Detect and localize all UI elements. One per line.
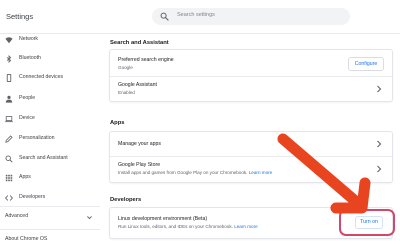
row-title: Preferred search engine xyxy=(118,57,174,63)
row-description: Install apps and games from Google Play … xyxy=(118,170,272,175)
sidebar: Network Bluetooth Connected devices Peop… xyxy=(0,34,100,250)
bluetooth-icon xyxy=(6,55,12,63)
search-icon xyxy=(160,12,169,21)
main-content: Search and Assistant Preferred search en… xyxy=(100,34,400,250)
sidebar-item-device[interactable]: Device xyxy=(0,113,100,125)
chevron-right-icon xyxy=(377,85,382,93)
card-search-assistant: Preferred search engine Google Configure… xyxy=(110,50,392,101)
top-bar: Settings Search settings xyxy=(0,0,400,34)
section-title-apps: Apps xyxy=(110,120,125,126)
row-google-play-store[interactable]: Google Play Store Install apps and games… xyxy=(110,157,392,181)
highlight-ring xyxy=(339,209,395,236)
apps-grid-icon xyxy=(5,174,13,182)
row-title: Google Play Store xyxy=(118,162,161,168)
card-apps: Manage your apps Google Play Store Insta… xyxy=(110,132,392,182)
phone-icon xyxy=(6,74,12,82)
row-value: Google xyxy=(118,65,133,70)
pencil-icon xyxy=(5,135,13,143)
person-icon xyxy=(5,95,13,103)
row-value: Enabled xyxy=(118,90,135,95)
sidebar-item-label: People xyxy=(19,95,36,101)
sidebar-item-label: Search and Assistant xyxy=(19,155,68,161)
row-manage-apps[interactable]: Manage your apps xyxy=(110,132,392,156)
search-icon xyxy=(5,155,13,163)
learn-more-link[interactable]: Learn more xyxy=(234,224,258,229)
sidebar-item-connected-devices[interactable]: Connected devices xyxy=(0,72,100,84)
sidebar-item-apps[interactable]: Apps xyxy=(0,172,100,184)
sidebar-item-label: Bluetooth xyxy=(19,55,41,61)
section-title-developers: Developers xyxy=(110,197,142,203)
row-title: Manage your apps xyxy=(118,141,161,147)
wifi-icon xyxy=(5,37,13,44)
row-description-text: Run Linux tools, editors, and IDEs on yo… xyxy=(118,224,233,229)
chevron-down-icon xyxy=(87,216,92,220)
row-description: Run Linux tools, editors, and IDEs on yo… xyxy=(118,224,258,229)
sidebar-divider xyxy=(0,206,100,207)
row-preferred-search-engine: Preferred search engine Google Configure xyxy=(110,52,392,76)
sidebar-item-personalization[interactable]: Personalization xyxy=(0,133,100,145)
sidebar-item-bluetooth[interactable]: Bluetooth xyxy=(0,53,100,65)
sidebar-item-label: Apps xyxy=(19,174,31,180)
configure-button[interactable]: Configure xyxy=(348,57,384,71)
chevron-right-icon xyxy=(377,140,382,148)
sidebar-item-label: Network xyxy=(19,36,39,42)
sidebar-item-label: Connected devices xyxy=(19,74,64,80)
row-title: Google Assistant xyxy=(118,82,157,88)
search-input[interactable]: Search settings xyxy=(152,8,350,25)
sidebar-divider xyxy=(0,229,100,230)
section-title-search-assistant: Search and Assistant xyxy=(110,40,169,46)
sidebar-item-search-and-assistant[interactable]: Search and Assistant xyxy=(0,153,100,165)
app-title: Settings xyxy=(6,12,34,21)
sidebar-about[interactable]: About Chrome OS xyxy=(0,233,100,247)
sidebar-item-label: Device xyxy=(19,115,35,121)
search-placeholder: Search settings xyxy=(177,12,215,18)
advanced-label: Advanced xyxy=(5,213,29,219)
row-description-text: Install apps and games from Google Play … xyxy=(118,170,248,175)
sidebar-item-label: Personalization xyxy=(19,135,55,141)
laptop-icon xyxy=(5,116,13,123)
row-google-assistant[interactable]: Google Assistant Enabled xyxy=(110,77,392,101)
chevron-right-icon xyxy=(377,165,382,173)
learn-more-link[interactable]: Learn more xyxy=(249,170,273,175)
sidebar-item-people[interactable]: People xyxy=(0,93,100,105)
row-title: Linux development environment (Beta) xyxy=(118,216,208,222)
sidebar-advanced[interactable]: Advanced xyxy=(0,210,100,224)
sidebar-item-developers[interactable]: Developers xyxy=(0,192,100,204)
code-icon xyxy=(5,195,13,201)
sidebar-item-label: Developers xyxy=(19,194,46,200)
sidebar-item-network[interactable]: Network xyxy=(0,34,100,46)
about-label: About Chrome OS xyxy=(5,236,48,242)
